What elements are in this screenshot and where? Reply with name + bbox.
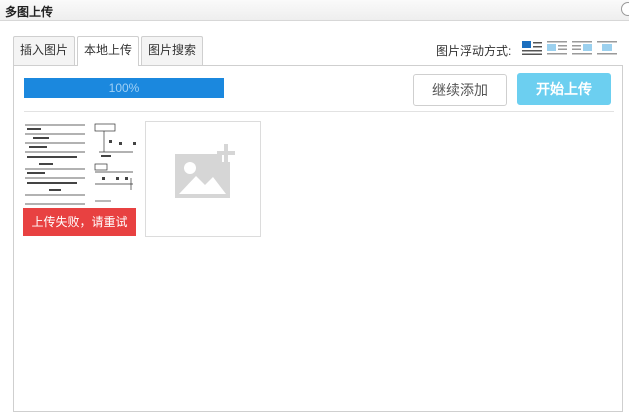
upload-progress-bar: 100% (24, 78, 224, 98)
document-preview-image (23, 122, 138, 208)
tab-image-search[interactable]: 图片搜索 (141, 36, 204, 65)
continue-add-button[interactable]: 继续添加 (413, 74, 507, 106)
divider (24, 111, 614, 112)
tab-label: 插入图片 (20, 43, 69, 57)
tab-insert-image[interactable]: 插入图片 (13, 36, 76, 65)
dialog-titlebar: 多图上传 (0, 0, 629, 21)
align-center-icon[interactable] (597, 40, 617, 56)
progress-text: 100% (108, 81, 140, 95)
start-upload-button[interactable]: 开始上传 (517, 73, 611, 105)
tab-label: 图片搜索 (148, 43, 197, 57)
upload-panel: 100% 继续添加 开始上传 上传失败，请重试 (13, 65, 623, 412)
add-image-placeholder[interactable] (145, 121, 261, 237)
tab-local-upload[interactable]: 本地上传 (77, 36, 140, 66)
float-mode-label: 图片浮动方式: (436, 44, 512, 58)
tab-label: 本地上传 (84, 43, 133, 57)
align-none-icon[interactable] (522, 40, 542, 56)
upload-error-message: 上传失败，请重试 (23, 208, 136, 236)
align-right-icon[interactable] (572, 40, 592, 56)
dialog-title: 多图上传 (5, 5, 54, 19)
add-image-icon (175, 144, 235, 198)
close-icon[interactable] (621, 2, 629, 16)
uploaded-image-thumbnail[interactable]: 上传失败，请重试 (23, 122, 138, 236)
align-left-icon[interactable] (547, 40, 567, 56)
